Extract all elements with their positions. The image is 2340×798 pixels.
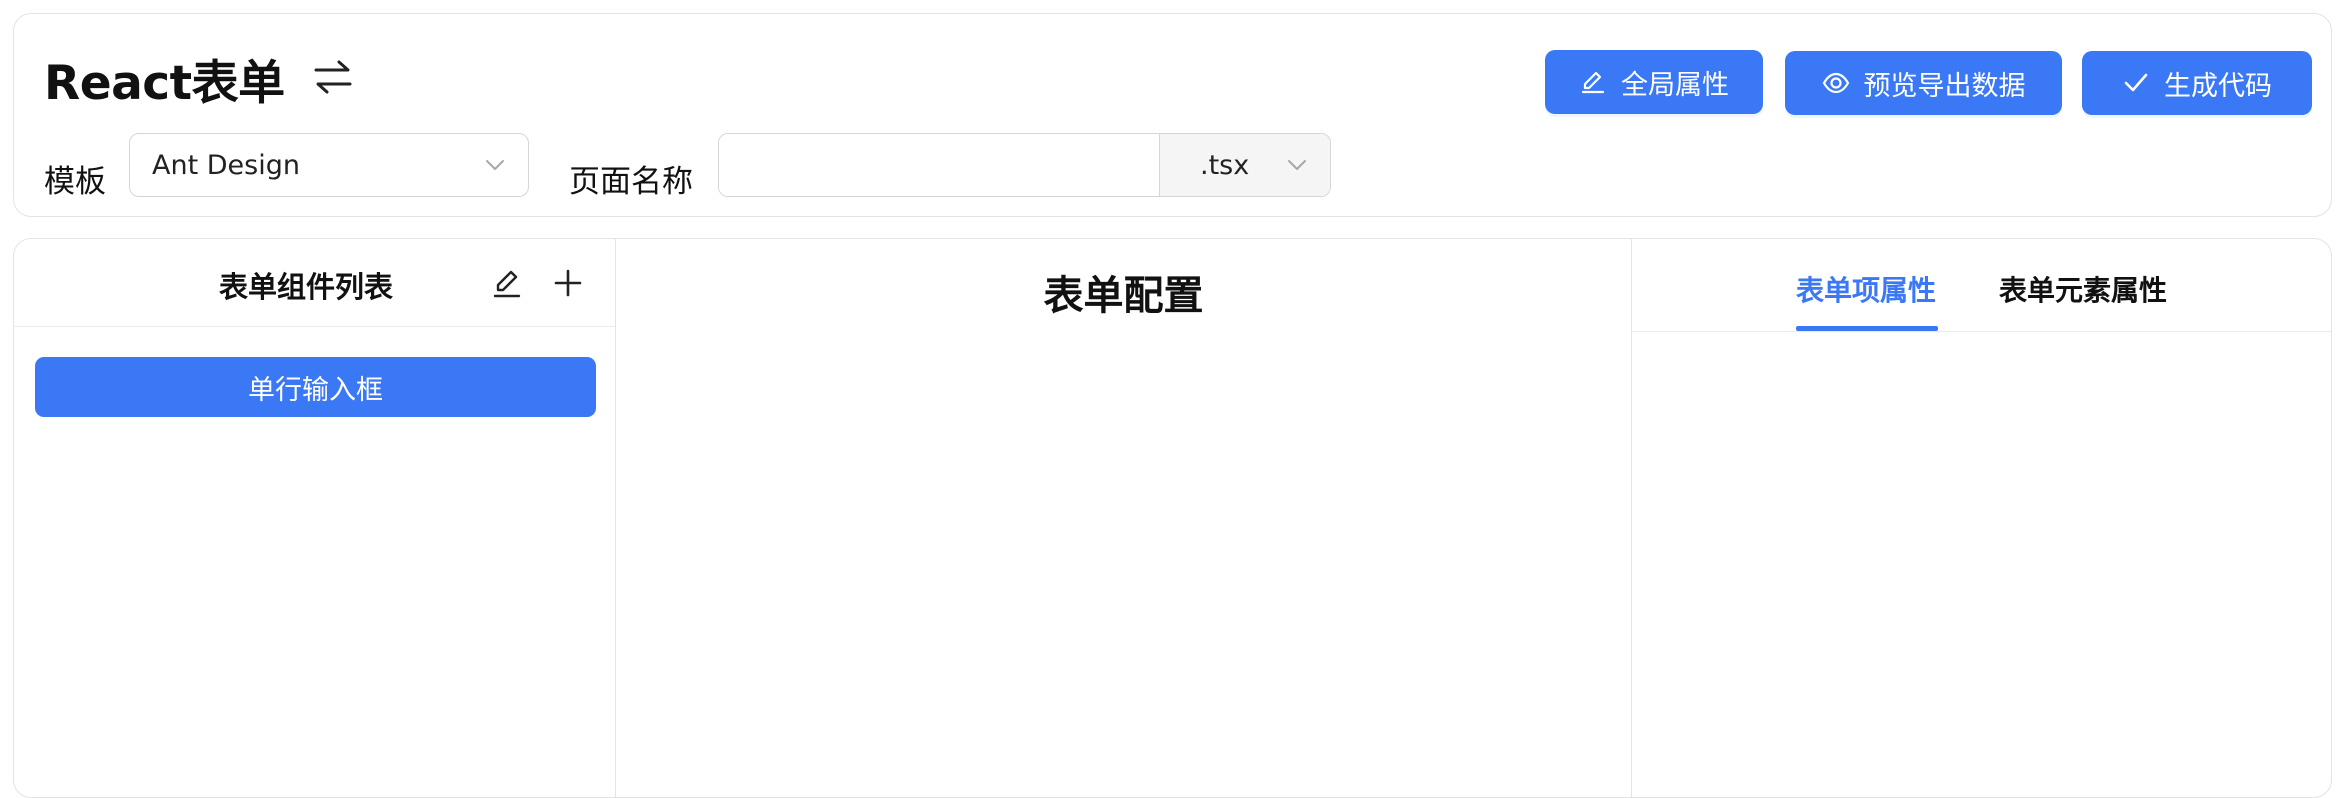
eye-icon (1822, 72, 1849, 94)
chevron-down-icon (1288, 160, 1306, 170)
plus-icon[interactable] (551, 266, 585, 300)
template-select[interactable]: Ant Design (129, 133, 529, 197)
generate-code-button[interactable]: 生成代码 (2082, 51, 2312, 115)
preview-export-button[interactable]: 预览导出数据 (1785, 51, 2062, 115)
swap-arrows-icon[interactable] (310, 54, 356, 100)
page-name-input[interactable] (719, 134, 1159, 196)
generate-code-label: 生成代码 (2164, 70, 2272, 102)
template-label: 模板 (44, 164, 106, 200)
check-icon (2124, 73, 2148, 92)
main-workspace: 表单组件列表 单行输入框 表单配置 表单项属性 表单元素属性 (13, 238, 2332, 798)
global-props-button[interactable]: 全局属性 (1545, 50, 1763, 114)
edit-icon (1581, 71, 1605, 94)
global-props-label: 全局属性 (1621, 69, 1729, 101)
component-item-single-line-input[interactable]: 单行输入框 (35, 357, 596, 417)
app-title: React表单 (44, 56, 285, 111)
tab-form-item-props[interactable]: 表单项属性 (1796, 269, 1936, 309)
properties-tabs: 表单项属性 表单元素属性 (1632, 239, 2331, 332)
preview-export-label: 预览导出数据 (1863, 70, 2026, 102)
component-list-panel: 表单组件列表 单行输入框 (14, 239, 616, 797)
template-select-value: Ant Design (152, 149, 300, 181)
component-list-header: 表单组件列表 (14, 239, 615, 327)
file-suffix-value: .tsx (1200, 149, 1250, 181)
edit-icon[interactable] (490, 266, 524, 300)
active-tab-indicator (1796, 326, 1938, 331)
properties-panel: 表单项属性 表单元素属性 (1632, 239, 2331, 797)
tab-form-element-props[interactable]: 表单元素属性 (1999, 269, 2167, 309)
header-card: React表单 全局属性 预览导出数据 生成代码 模板 Ant Design 页… (13, 13, 2332, 217)
component-list-title: 表单组件列表 (219, 270, 394, 304)
form-config-panel: 表单配置 (616, 239, 1632, 797)
page-name-label: 页面名称 (569, 164, 693, 200)
page-name-group: .tsx (718, 133, 1331, 197)
chevron-down-icon (486, 160, 504, 170)
file-suffix-select[interactable]: .tsx (1159, 134, 1330, 196)
form-config-title: 表单配置 (1043, 273, 1204, 319)
